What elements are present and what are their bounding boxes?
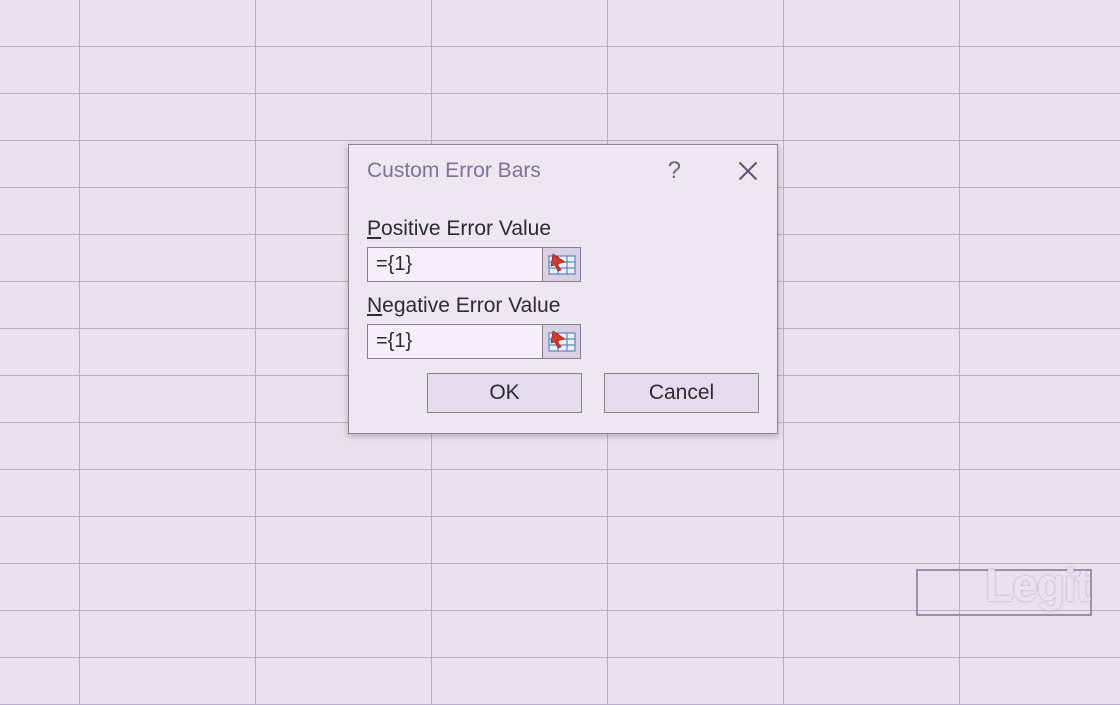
spreadsheet-cell[interactable] [256, 611, 432, 658]
spreadsheet-cell[interactable] [80, 235, 256, 282]
spreadsheet-cell[interactable] [784, 517, 960, 564]
spreadsheet-cell[interactable] [80, 47, 256, 94]
spreadsheet-cell[interactable] [80, 0, 256, 47]
spreadsheet-cell[interactable] [0, 517, 80, 564]
spreadsheet-cell[interactable] [80, 188, 256, 235]
spreadsheet-cell[interactable] [784, 611, 960, 658]
cancel-button[interactable]: Cancel [604, 373, 759, 413]
spreadsheet-cell[interactable] [784, 376, 960, 423]
spreadsheet-cell[interactable] [608, 564, 784, 611]
spreadsheet-cell[interactable] [80, 376, 256, 423]
spreadsheet-cell[interactable] [960, 235, 1120, 282]
close-icon[interactable] [737, 160, 759, 182]
spreadsheet-cell[interactable] [432, 517, 608, 564]
dialog-titlebar: Custom Error Bars ? [349, 145, 777, 193]
spreadsheet-cell[interactable] [0, 329, 80, 376]
spreadsheet-cell[interactable] [80, 423, 256, 470]
spreadsheet-cell[interactable] [0, 611, 80, 658]
spreadsheet-cell[interactable] [80, 658, 256, 705]
spreadsheet-cell[interactable] [432, 0, 608, 47]
spreadsheet-cell[interactable] [256, 564, 432, 611]
spreadsheet-cell[interactable] [432, 611, 608, 658]
spreadsheet-cell[interactable] [960, 47, 1120, 94]
spreadsheet-cell[interactable] [960, 658, 1120, 705]
spreadsheet-cell[interactable] [256, 0, 432, 47]
spreadsheet-cell[interactable] [256, 47, 432, 94]
spreadsheet-cell[interactable] [256, 470, 432, 517]
spreadsheet-cell[interactable] [0, 0, 80, 47]
spreadsheet-cell[interactable] [784, 141, 960, 188]
spreadsheet-cell[interactable] [960, 94, 1120, 141]
negative-range-select-button[interactable] [543, 324, 581, 359]
dialog-body: Positive Error Value Negative Error Valu… [349, 193, 777, 433]
spreadsheet-cell[interactable] [432, 564, 608, 611]
spreadsheet-cell[interactable] [608, 611, 784, 658]
spreadsheet-cell[interactable] [784, 329, 960, 376]
spreadsheet-cell[interactable] [0, 188, 80, 235]
spreadsheet-cell[interactable] [960, 611, 1120, 658]
spreadsheet-cell[interactable] [80, 564, 256, 611]
spreadsheet-cell[interactable] [0, 94, 80, 141]
positive-range-select-button[interactable] [543, 247, 581, 282]
spreadsheet-cell[interactable] [784, 282, 960, 329]
spreadsheet-cell[interactable] [0, 423, 80, 470]
custom-error-bars-dialog: Custom Error Bars ? Positive Error Value [348, 144, 778, 434]
spreadsheet-cell[interactable] [0, 376, 80, 423]
spreadsheet-cell[interactable] [784, 94, 960, 141]
spreadsheet-cell[interactable] [784, 0, 960, 47]
spreadsheet-cell[interactable] [0, 235, 80, 282]
spreadsheet-cell[interactable] [608, 47, 784, 94]
spreadsheet-cell[interactable] [0, 141, 80, 188]
spreadsheet-cell[interactable] [960, 376, 1120, 423]
spreadsheet-cell[interactable] [608, 94, 784, 141]
spreadsheet-cell[interactable] [960, 282, 1120, 329]
spreadsheet-cell[interactable] [80, 517, 256, 564]
spreadsheet-cell[interactable] [960, 564, 1120, 611]
spreadsheet-cell[interactable] [608, 470, 784, 517]
dialog-title: Custom Error Bars [367, 159, 668, 183]
spreadsheet-cell[interactable] [784, 47, 960, 94]
spreadsheet-cell[interactable] [80, 611, 256, 658]
spreadsheet-cell[interactable] [608, 517, 784, 564]
negative-error-input[interactable] [367, 324, 543, 359]
positive-error-label: Positive Error Value [367, 217, 759, 241]
spreadsheet-cell[interactable] [608, 658, 784, 705]
spreadsheet-cell[interactable] [784, 235, 960, 282]
spreadsheet-cell[interactable] [960, 423, 1120, 470]
positive-error-input[interactable] [367, 247, 543, 282]
spreadsheet-cell[interactable] [784, 658, 960, 705]
spreadsheet-cell[interactable] [432, 470, 608, 517]
spreadsheet-cell[interactable] [960, 0, 1120, 47]
spreadsheet-cell[interactable] [784, 423, 960, 470]
spreadsheet-cell[interactable] [784, 470, 960, 517]
spreadsheet-cell[interactable] [0, 564, 80, 611]
spreadsheet-cell[interactable] [0, 282, 80, 329]
spreadsheet-cell[interactable] [960, 188, 1120, 235]
spreadsheet-cell[interactable] [432, 47, 608, 94]
spreadsheet-cell[interactable] [256, 658, 432, 705]
spreadsheet-cell[interactable] [0, 470, 80, 517]
spreadsheet-cell[interactable] [960, 470, 1120, 517]
spreadsheet-cell[interactable] [80, 282, 256, 329]
ok-button[interactable]: OK [427, 373, 582, 413]
spreadsheet-cell[interactable] [784, 564, 960, 611]
spreadsheet-cell[interactable] [0, 47, 80, 94]
spreadsheet-cell[interactable] [432, 658, 608, 705]
help-icon[interactable]: ? [668, 157, 681, 185]
spreadsheet-cell[interactable] [80, 141, 256, 188]
spreadsheet-cell[interactable] [256, 517, 432, 564]
spreadsheet-cell[interactable] [432, 94, 608, 141]
spreadsheet-cell[interactable] [80, 470, 256, 517]
spreadsheet-cell[interactable] [960, 329, 1120, 376]
spreadsheet-cell[interactable] [80, 94, 256, 141]
spreadsheet-cell[interactable] [784, 188, 960, 235]
spreadsheet-cell[interactable] [80, 329, 256, 376]
spreadsheet-cell[interactable] [960, 517, 1120, 564]
spreadsheet-cell[interactable] [960, 141, 1120, 188]
negative-error-label: Negative Error Value [367, 294, 759, 318]
spreadsheet-cell[interactable] [0, 658, 80, 705]
spreadsheet-cell[interactable] [256, 94, 432, 141]
spreadsheet-cell[interactable] [608, 0, 784, 47]
